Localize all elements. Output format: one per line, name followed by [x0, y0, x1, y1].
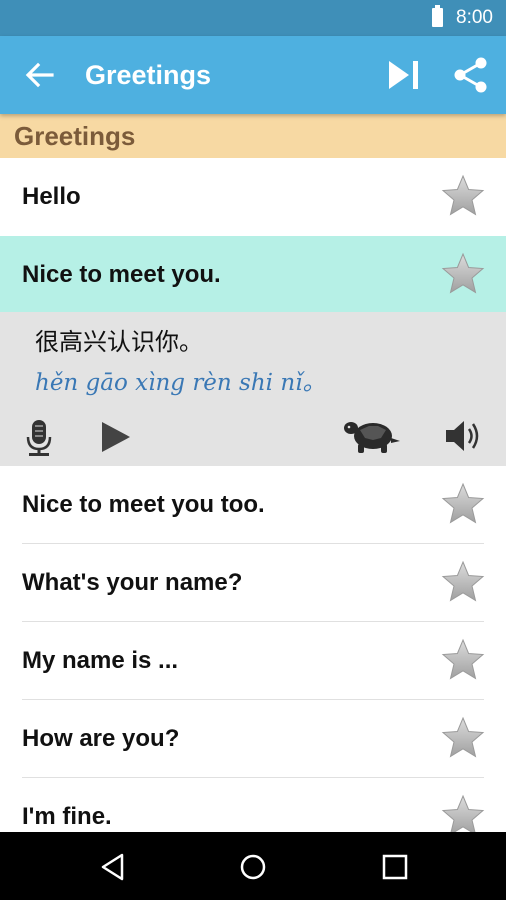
recents-square-icon[interactable] [380, 852, 410, 882]
volume-icon[interactable] [444, 418, 484, 454]
page-title: Greetings [85, 60, 212, 90]
phrase-detail-panel: 很高兴认识你。 hěn gāo xìng rèn shi nǐ。 [0, 312, 506, 466]
section-title: Greetings [14, 121, 136, 151]
phrase-row-nice-to-meet-you[interactable]: Nice to meet you. [0, 236, 506, 314]
back-triangle-icon[interactable] [98, 852, 128, 882]
phrase-row-nice-to-meet-you-too[interactable]: Nice to meet you too. [0, 466, 506, 544]
microphone-icon[interactable] [24, 418, 54, 458]
skip-next-icon[interactable] [386, 58, 422, 92]
star-icon[interactable] [440, 716, 486, 760]
play-icon[interactable] [100, 420, 132, 454]
battery-icon [432, 5, 443, 27]
phrase-row-my-name-is[interactable]: My name is ... [0, 622, 506, 700]
status-bar: 8:00 [0, 0, 506, 36]
home-circle-icon[interactable] [238, 852, 268, 882]
pinyin-text: hěn gāo xìng rèn shi nǐ。 [35, 370, 326, 396]
share-icon[interactable] [452, 56, 490, 94]
phrase-label: What's your name? [22, 569, 243, 596]
phrase-label: My name is ... [22, 647, 179, 674]
phrase-row-hello[interactable]: Hello [0, 158, 506, 236]
app-bar: Greetings [0, 36, 506, 114]
star-icon[interactable] [440, 174, 486, 218]
phrase-row-how-are-you[interactable]: How are you? [0, 700, 506, 778]
phrase-label: Nice to meet you too. [22, 491, 265, 518]
star-icon[interactable] [440, 560, 486, 604]
star-icon[interactable] [440, 482, 486, 526]
phrase-label: How are you? [22, 725, 180, 752]
section-header: Greetings [0, 114, 506, 158]
star-icon[interactable] [440, 252, 486, 296]
chinese-text: 很高兴认识你。 [35, 329, 203, 356]
turtle-icon[interactable] [343, 416, 403, 456]
status-time: 8:00 [456, 7, 493, 28]
phrase-label: Nice to meet you. [22, 261, 221, 288]
arrow-left-icon[interactable] [22, 58, 56, 92]
navigation-bar [0, 832, 506, 900]
star-icon[interactable] [440, 638, 486, 682]
phrase-label: Hello [22, 183, 81, 210]
phrase-row-whats-your-name[interactable]: What's your name? [0, 544, 506, 622]
